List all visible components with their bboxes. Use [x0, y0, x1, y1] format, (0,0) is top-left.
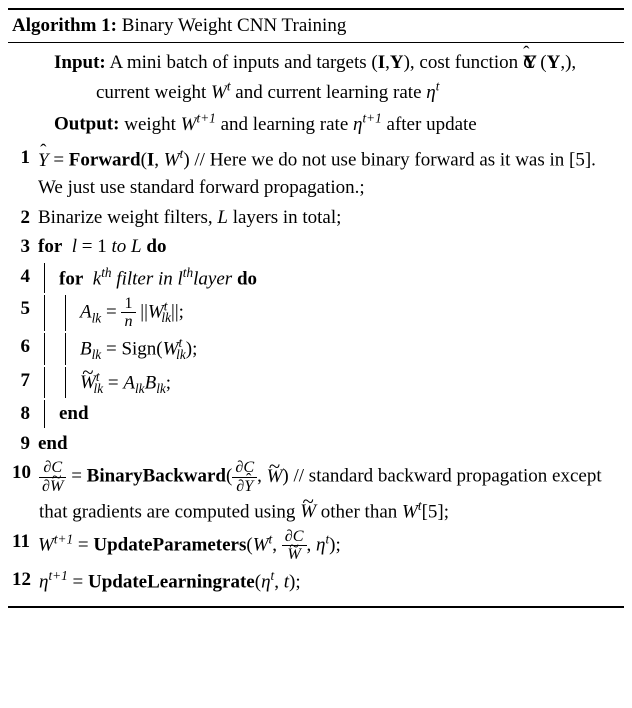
output-line: Output: weight Wt+1 and learning rate ηt… — [54, 108, 620, 138]
algorithm-label: Algorithm 1: — [12, 15, 117, 36]
algorithm-name: Binary Weight CNN Training — [122, 15, 347, 36]
line-1: 1 Y = Forward(I, Wt) // Here we do not u… — [12, 144, 620, 201]
line-8: 8 end — [12, 400, 620, 428]
io-block: Input: A mini batch of inputs and target… — [12, 49, 620, 138]
line-11: 11 Wt+1 = UpdateParameters(Wt, ∂CW, ηt); — [12, 528, 620, 565]
line-9: 9 end — [12, 430, 620, 458]
algorithm-title: Algorithm 1: Binary Weight CNN Training — [8, 10, 624, 43]
line-2: 2 Binarize weight filters, L layers in t… — [12, 204, 620, 232]
line-4: 4 for kth filter in lthlayer do — [12, 263, 620, 293]
input-label: Input: — [54, 52, 106, 73]
output-text: weight Wt+1 and learning rate ηt+1 after… — [124, 114, 477, 135]
input-text: A mini batch of inputs and targets (I,Y)… — [96, 52, 576, 103]
line-3: 3 for l = 1 to L do — [12, 233, 620, 261]
line-5: 5 Alk = 1n ||Wtlk||; — [12, 295, 620, 332]
line-12: 12 ηt+1 = UpdateLearningrate(ηt, t); — [12, 566, 620, 596]
output-label: Output: — [54, 114, 119, 135]
line-10: 10 ∂C∂W = BinaryBackward(∂C∂Y, W) // sta… — [12, 459, 620, 525]
algorithm-body: Input: A mini batch of inputs and target… — [8, 43, 624, 606]
line-7: 7 Wtlk = AlkBlk; — [12, 367, 620, 398]
input-line: Input: A mini batch of inputs and target… — [54, 49, 620, 106]
line-6: 6 Blk = Sign(Wtlk); — [12, 333, 620, 364]
algorithm-box: Algorithm 1: Binary Weight CNN Training … — [8, 8, 624, 608]
